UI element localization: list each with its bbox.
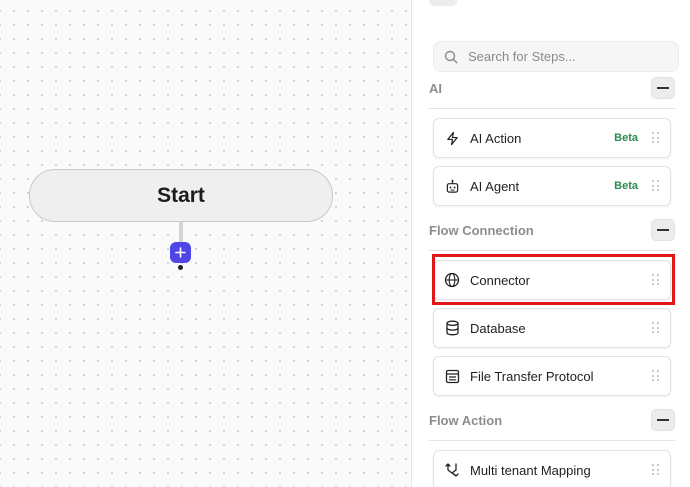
step-label: Database [470, 320, 526, 336]
search-icon [444, 50, 458, 63]
file-transfer-icon [444, 368, 460, 384]
drag-handle-icon[interactable] [652, 370, 660, 382]
step-label: Multi tenant Mapping [470, 462, 591, 478]
collapse-flow-connection-button[interactable] [651, 219, 675, 241]
collapse-flow-action-button[interactable] [651, 409, 675, 431]
step-label: AI Agent [470, 178, 520, 194]
drag-handle-icon[interactable] [652, 464, 660, 476]
beta-badge: Beta [614, 180, 638, 192]
section-title: AI [429, 80, 442, 96]
panel-handle[interactable] [429, 0, 457, 6]
connector-highlight-box [432, 254, 675, 305]
section-divider [429, 250, 675, 251]
mapping-icon [444, 462, 460, 478]
database-icon [444, 320, 460, 336]
section-title: Flow Action [429, 412, 503, 428]
start-node-label: Start [157, 183, 205, 207]
drag-handle-icon[interactable] [652, 132, 660, 144]
section-title: Flow Connection [429, 222, 534, 238]
section-header-flow-action: Flow Action [429, 408, 675, 432]
workflow-canvas[interactable]: Start [0, 0, 412, 487]
search-input[interactable] [466, 48, 670, 65]
step-ai-action[interactable]: AI Action Beta [433, 118, 671, 158]
section-header-flow-connection: Flow Connection [429, 218, 675, 242]
step-label: AI Action [470, 130, 522, 146]
start-node[interactable]: Start [29, 169, 333, 222]
minus-icon [657, 229, 669, 231]
minus-icon [657, 419, 669, 421]
drag-handle-icon[interactable] [652, 180, 660, 192]
collapse-ai-button[interactable] [651, 77, 675, 99]
lightning-icon [444, 130, 460, 146]
step-file-transfer-protocol[interactable]: File Transfer Protocol [433, 356, 671, 396]
drag-handle-icon[interactable] [652, 322, 660, 334]
step-database[interactable]: Database [433, 308, 671, 348]
search-field[interactable] [433, 41, 679, 72]
step-multi-tenant-mapping[interactable]: Multi tenant Mapping [433, 450, 671, 487]
steps-panel: AI AI Action Beta AI Agent Beta Flow Con… [413, 0, 690, 487]
minus-icon [657, 87, 669, 89]
plus-icon [175, 247, 186, 258]
robot-icon [444, 178, 460, 194]
connector-line [179, 222, 183, 244]
beta-badge: Beta [614, 132, 638, 144]
step-ai-agent[interactable]: AI Agent Beta [433, 166, 671, 206]
section-header-ai: AI [429, 76, 675, 100]
connector-end-dot [178, 265, 183, 270]
step-label: File Transfer Protocol [470, 368, 594, 384]
add-step-button[interactable] [170, 242, 191, 263]
section-divider [429, 108, 675, 109]
section-divider [429, 440, 675, 441]
